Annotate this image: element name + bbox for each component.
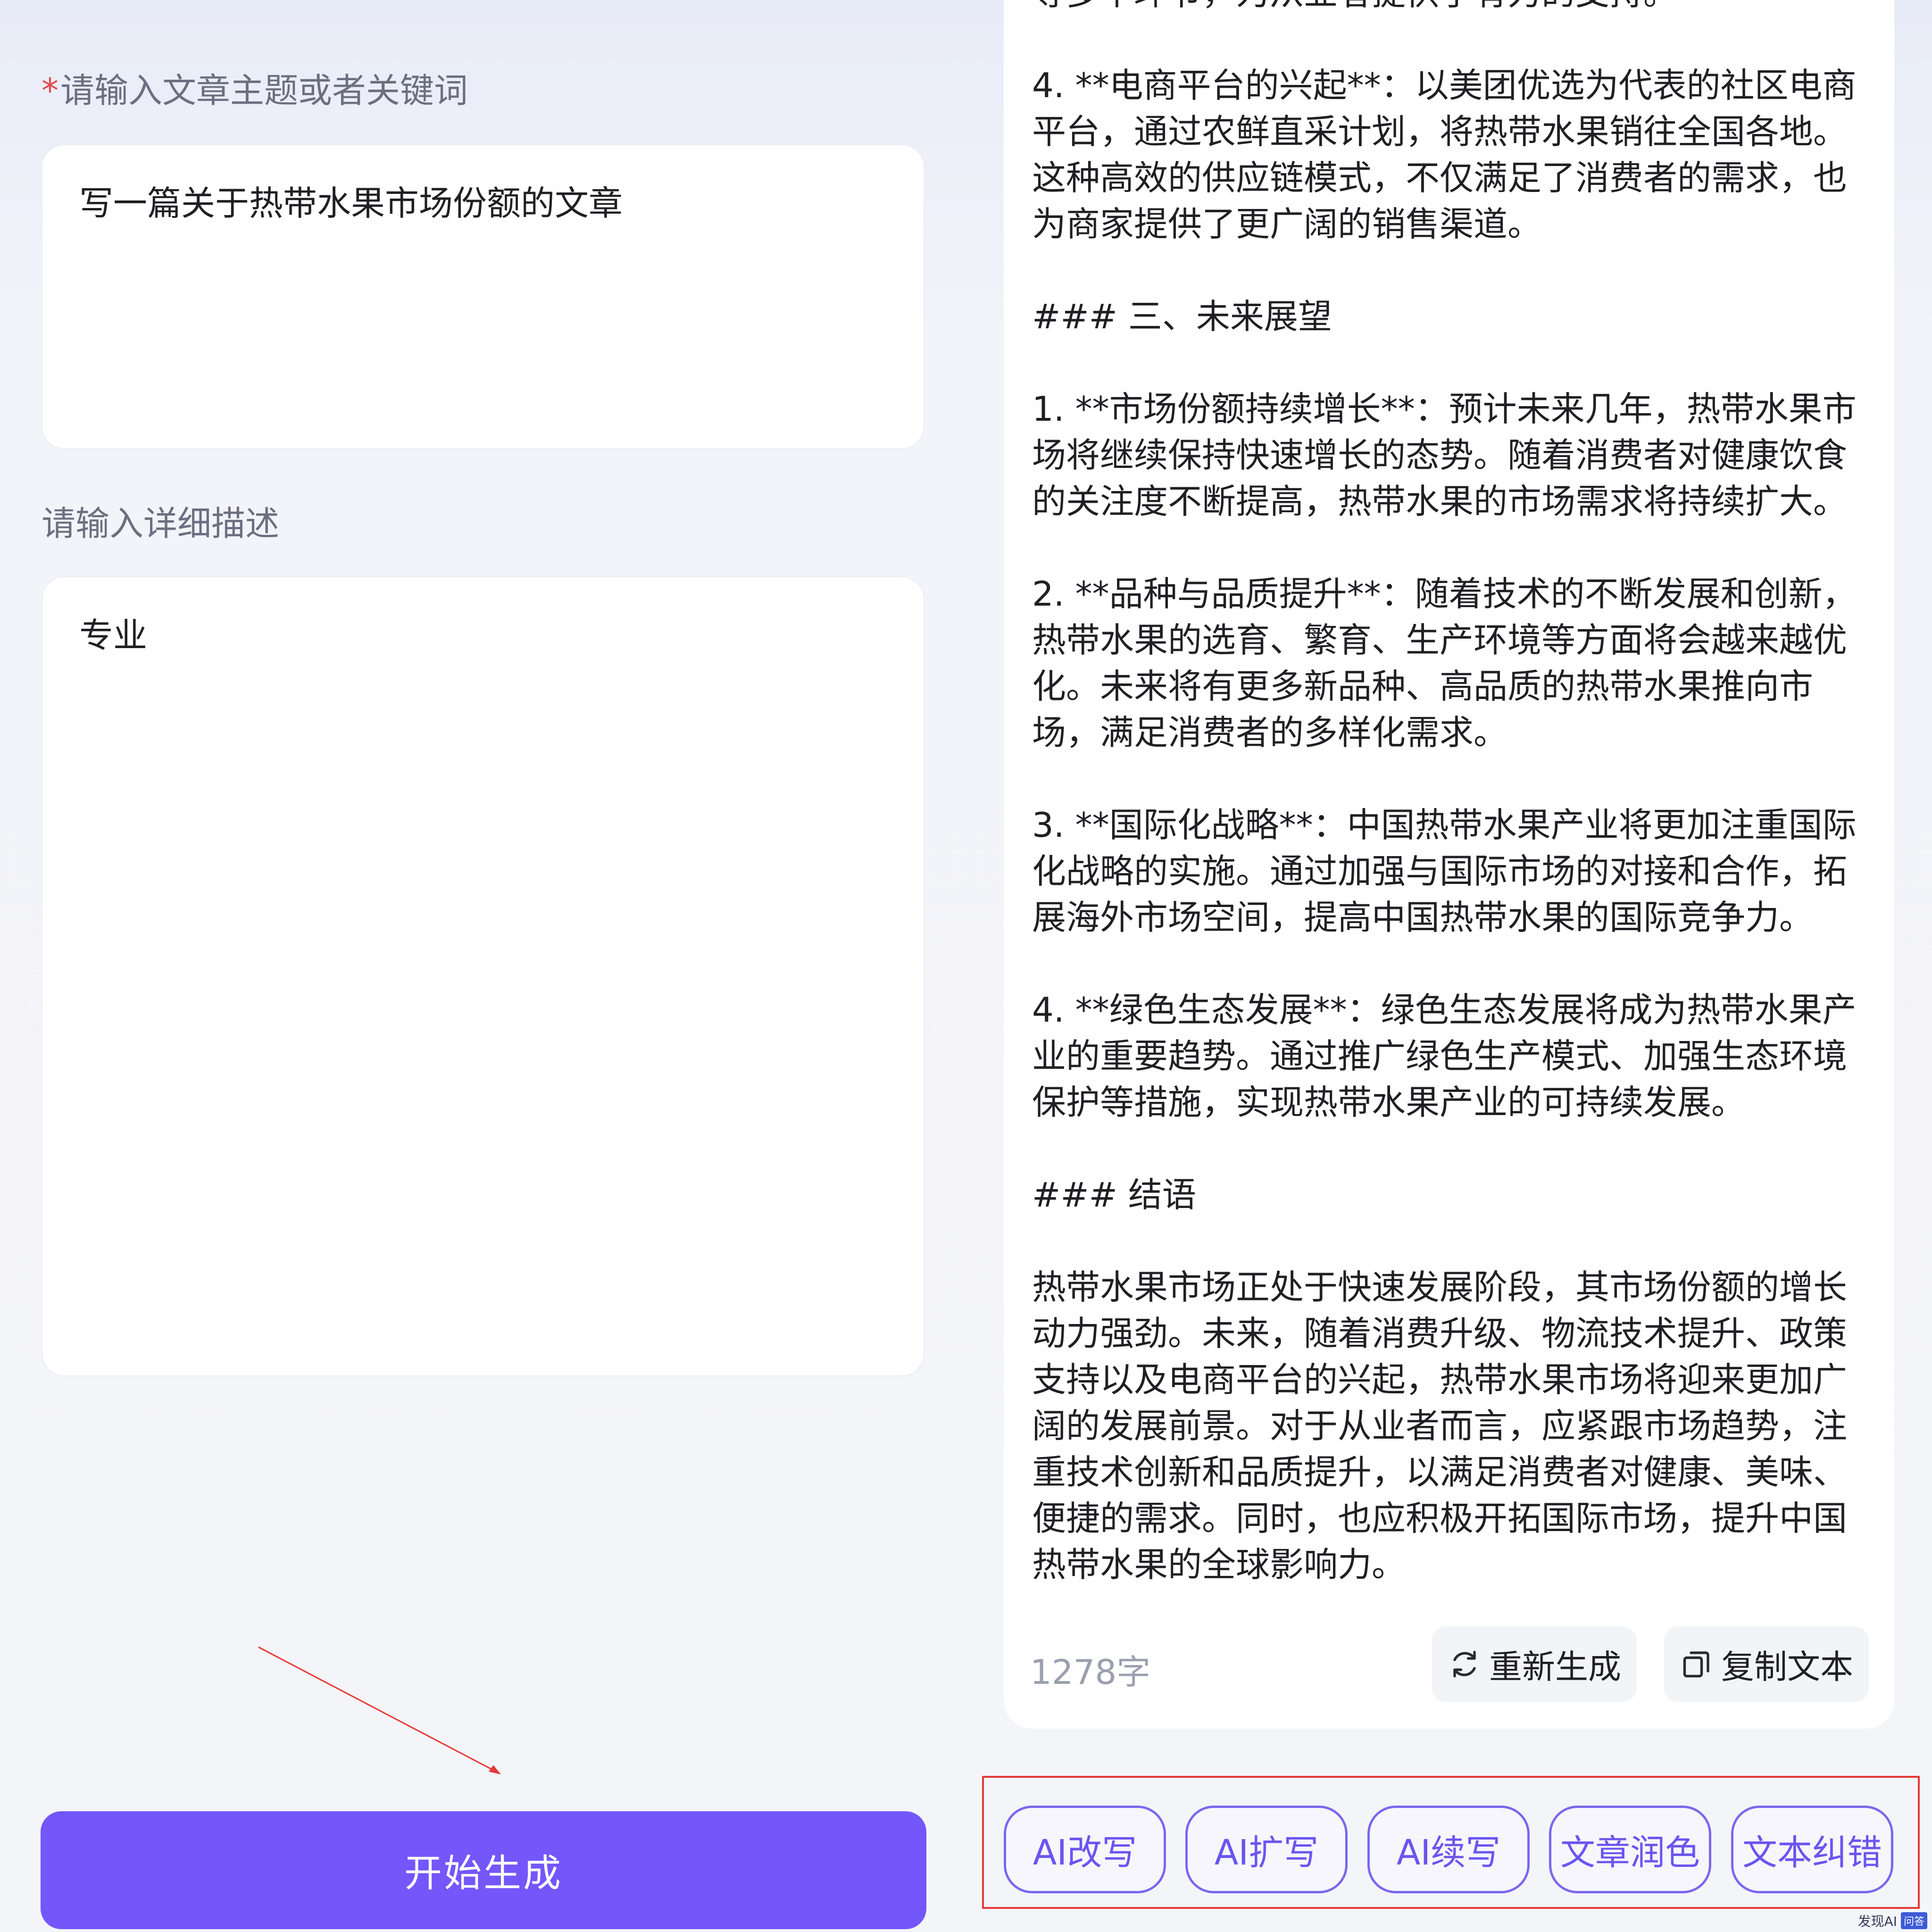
watermark: 发现AI 问答 [1858, 1911, 1927, 1930]
input-panel: *请输入文章主题或者关键词 写一篇关于热带水果市场份额的文章 请输入详细描述 专… [0, 0, 962, 1932]
watermark-badge: 问答 [1900, 1912, 1927, 1929]
proofread-button[interactable]: 文本纠错 [1731, 1806, 1893, 1893]
regenerate-button[interactable]: 重新生成 [1432, 1626, 1637, 1702]
ai-continue-button[interactable]: AI续写 [1367, 1806, 1530, 1893]
article-content: 等多个环节，为从业者提供了有力的支持。 4. **电商平台的兴起**：以美团优选… [1032, 0, 1872, 1599]
article-paragraph: 3. **国际化战略**：中国热带水果产业将更加注重国际化战略的实施。通过加强与… [1032, 805, 1857, 937]
article-paragraph: 热带水果市场正处于快速发展阶段，其市场份额的增长动力强劲。未来，随着消费升级、物… [1032, 1267, 1848, 1584]
ai-expand-button[interactable]: AI扩写 [1185, 1806, 1348, 1893]
article-paragraph: 4. **电商平台的兴起**：以美团优选为代表的社区电商平台，通过农鲜直采计划，… [1032, 66, 1857, 244]
start-generate-button[interactable]: 开始生成 [41, 1811, 926, 1929]
article-paragraph: 2. **品种与品质提升**：随着技术的不断发展和创新，热带水果的选育、繁育、生… [1032, 574, 1857, 752]
ai-rewrite-button[interactable]: AI改写 [1004, 1806, 1166, 1893]
article-paragraph: 等多个环节，为从业者提供了有力的支持。 [1032, 0, 1872, 16]
article-paragraph: 1. **市场份额持续增长**：预计未来几年，热带水果市场将继续保持快速增长的态… [1032, 389, 1857, 521]
article-heading: ### 三、未来展望 [1032, 297, 1332, 336]
annotation-arrow [258, 1646, 501, 1774]
copy-icon [1683, 1651, 1709, 1678]
copy-label: 复制文本 [1721, 1647, 1853, 1686]
copy-text-button[interactable]: 复制文本 [1664, 1626, 1869, 1702]
refresh-icon [1453, 1650, 1476, 1678]
article-paragraph: 4. **绿色生态发展**：绿色生态发展将成为热带水果产业的重要趋势。通过推广绿… [1032, 990, 1857, 1122]
article-heading: ### 结语 [1032, 1175, 1196, 1215]
watermark-text: 发现AI [1857, 1914, 1897, 1929]
regenerate-label: 重新生成 [1489, 1647, 1621, 1686]
word-count: 1278字 [1030, 1652, 1151, 1692]
polish-button[interactable]: 文章润色 [1549, 1806, 1711, 1893]
